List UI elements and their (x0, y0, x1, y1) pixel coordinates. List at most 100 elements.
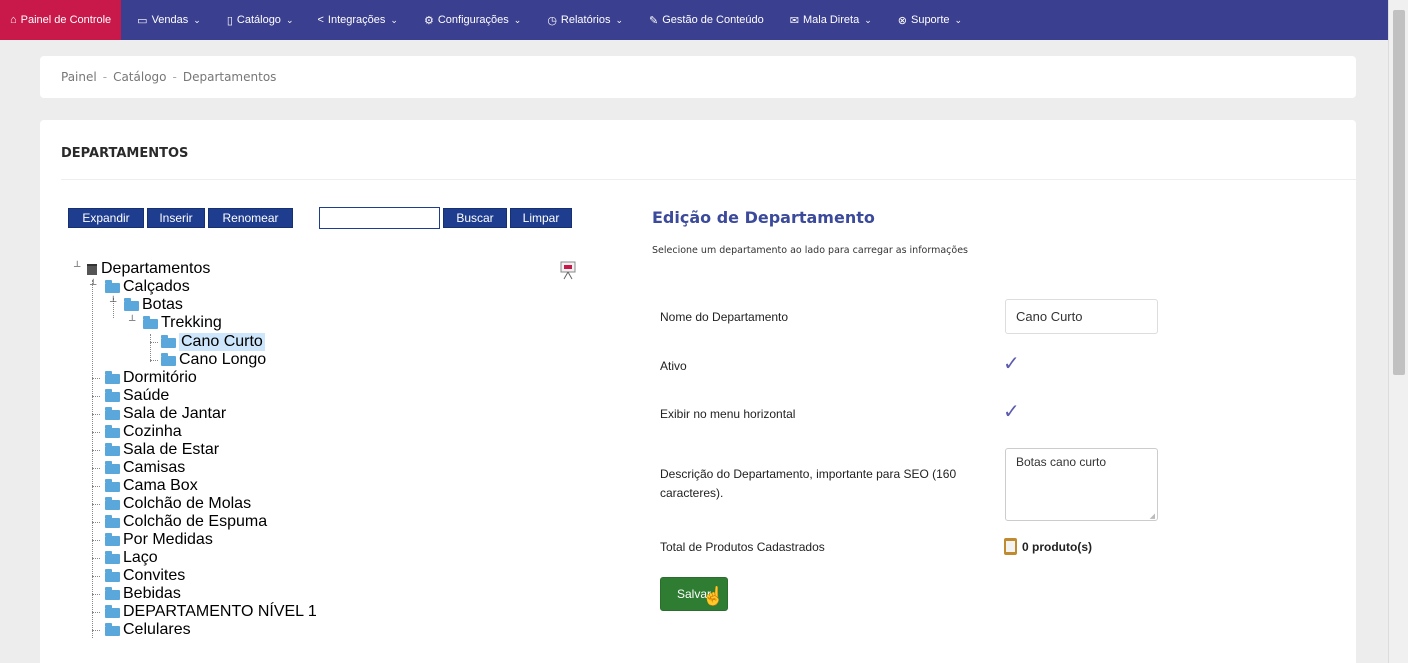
name-label: Nome do Departamento (660, 310, 789, 324)
collapse-toggle-icon[interactable]: ┴ (90, 279, 96, 289)
tree-node-calcados[interactable]: Calçados (105, 278, 190, 296)
nav-item-vendas[interactable]: ▭ Vendas ⌄ (127, 0, 211, 40)
root-folder-icon (87, 263, 97, 275)
breadcrumb: Painel - Catálogo - Departamentos (40, 56, 1356, 98)
page-scrollbar[interactable] (1388, 0, 1408, 663)
tree-node[interactable]: Cozinha (105, 423, 182, 441)
folder-icon (105, 497, 120, 510)
breadcrumb-item-departamentos: Departamentos (182, 70, 277, 84)
nav-item-integracoes[interactable]: < Integrações ⌄ (307, 0, 407, 40)
chevron-down-icon: ⌄ (864, 14, 872, 25)
breadcrumb-item-catalogo[interactable]: Catálogo (113, 70, 166, 84)
divider (61, 179, 1356, 180)
folder-icon (105, 407, 120, 420)
breadcrumb-item-painel[interactable]: Painel (61, 70, 97, 84)
tree-settings-icon[interactable] (560, 260, 576, 280)
tree-node-botas[interactable]: Botas (124, 296, 183, 314)
expand-button[interactable]: Expandir (68, 208, 144, 228)
description-label: Descrição do Departamento, importante pa… (660, 467, 957, 500)
tree-node[interactable]: Por Medidas (105, 531, 213, 549)
tree-node-cano-curto[interactable]: Cano Curto (161, 333, 265, 351)
folder-icon (105, 533, 120, 546)
folder-icon (105, 371, 120, 384)
folder-icon (105, 461, 120, 474)
nav-item-mala-direta[interactable]: ✉ Mala Direta ⌄ (780, 0, 882, 40)
insert-button[interactable]: Inserir (147, 208, 205, 228)
tree-node[interactable]: Laço (105, 549, 158, 567)
tree-node[interactable]: Cama Box (105, 477, 198, 495)
description-textarea[interactable]: Botas cano curto (1005, 448, 1158, 521)
folder-icon (105, 623, 120, 636)
tree-node[interactable]: Celulares (105, 621, 191, 639)
share-icon: < (317, 14, 324, 26)
chevron-down-icon: ⌄ (954, 14, 963, 25)
tree-node[interactable]: Sala de Jantar (105, 405, 226, 423)
folder-icon (105, 443, 120, 456)
folder-icon (105, 389, 120, 402)
nav-item-relatorios[interactable]: ◷ Relatórios ⌄ (537, 0, 633, 40)
edit-title: Edição de Departamento (652, 208, 875, 227)
folder-icon (105, 605, 120, 618)
chevron-down-icon: ⌄ (513, 14, 522, 25)
tree-node-trekking[interactable]: Trekking (143, 314, 222, 332)
edit-icon: ✎ (649, 14, 659, 27)
tree-node[interactable]: Dormitório (105, 369, 197, 387)
tree-node[interactable]: Convites (105, 567, 185, 585)
nav-item-painel[interactable]: ⌂ Painel de Controle (0, 0, 122, 40)
active-label: Ativo (660, 359, 687, 373)
collapse-toggle-icon[interactable]: ┴ (110, 296, 116, 306)
menu-label: Exibir no menu horizontal (660, 407, 796, 421)
rename-button[interactable]: Renomear (208, 208, 293, 228)
folder-icon: ▭ (137, 14, 148, 27)
folder-icon (161, 335, 176, 348)
departments-panel: DEPARTAMENTOS Expandir Inserir Renomear … (40, 120, 1356, 663)
nav-item-catalogo[interactable]: ▯ Catálogo ⌄ (217, 0, 304, 40)
scrollbar-thumb[interactable] (1393, 10, 1405, 375)
clear-button[interactable]: Limpar (510, 208, 572, 228)
menu-checkmark-icon[interactable]: ✓ (1003, 399, 1020, 424)
folder-icon (105, 569, 120, 582)
chevron-down-icon: ⌄ (390, 14, 398, 25)
name-field[interactable]: Cano Curto (1005, 299, 1158, 334)
nav-item-suporte[interactable]: ⊗ Suporte ⌄ (888, 0, 972, 40)
collapse-toggle-icon[interactable]: ┴ (129, 315, 135, 325)
tree-node-cano-longo[interactable]: Cano Longo (161, 351, 266, 369)
chart-icon: ◷ (547, 14, 557, 27)
tree-node[interactable]: Colchão de Molas (105, 495, 251, 513)
total-products-label: Total de Produtos Cadastrados (660, 540, 825, 554)
chevron-down-icon: ⌄ (193, 14, 201, 25)
folder-icon (105, 479, 120, 492)
folder-icon (124, 298, 139, 311)
clipboard-icon (1004, 538, 1017, 555)
tree-node[interactable]: DEPARTAMENTO NÍVEL 1 (105, 603, 317, 621)
tree-node[interactable]: Sala de Estar (105, 441, 219, 459)
support-icon: ⊗ (897, 14, 907, 27)
total-products-value: 0 produto(s) (1004, 538, 1092, 555)
tree-node-root[interactable]: Departamentos (87, 260, 210, 278)
folder-icon (105, 551, 120, 564)
search-button[interactable]: Buscar (443, 208, 507, 228)
folder-icon (143, 316, 158, 329)
collapse-toggle-icon[interactable]: ┴ (74, 261, 80, 271)
tree-search-input[interactable] (319, 207, 440, 229)
book-icon: ▯ (226, 14, 233, 27)
folder-icon (105, 425, 120, 438)
folder-icon (161, 353, 176, 366)
chevron-down-icon: ⌄ (285, 14, 294, 25)
tree-node[interactable]: Bebidas (105, 585, 181, 603)
hand-cursor-icon: ☝ (702, 586, 725, 606)
mail-icon: ✉ (789, 14, 799, 27)
tree-node[interactable]: Saúde (105, 387, 169, 405)
edit-subtitle: Selecione um departamento ao lado para c… (652, 245, 969, 256)
tree-node[interactable]: Camisas (105, 459, 185, 477)
nav-item-configuracoes[interactable]: ⚙ Configurações ⌄ (414, 0, 531, 40)
home-icon: ⌂ (10, 14, 17, 26)
chevron-down-icon: ⌄ (615, 14, 623, 25)
active-checkmark-icon[interactable]: ✓ (1003, 351, 1020, 376)
top-navbar: ⌂ Painel de Controle ▭ Vendas ⌄ ▯ Catálogo ⌄ … (0, 0, 1388, 40)
nav-item-gestao-conteudo[interactable]: ✎ Gestão de Conteúdo (639, 0, 774, 40)
folder-icon (105, 280, 120, 293)
tree-node[interactable]: Colchão de Espuma (105, 513, 267, 531)
gear-icon: ⚙ (423, 14, 434, 27)
page-title: DEPARTAMENTOS (61, 146, 189, 161)
